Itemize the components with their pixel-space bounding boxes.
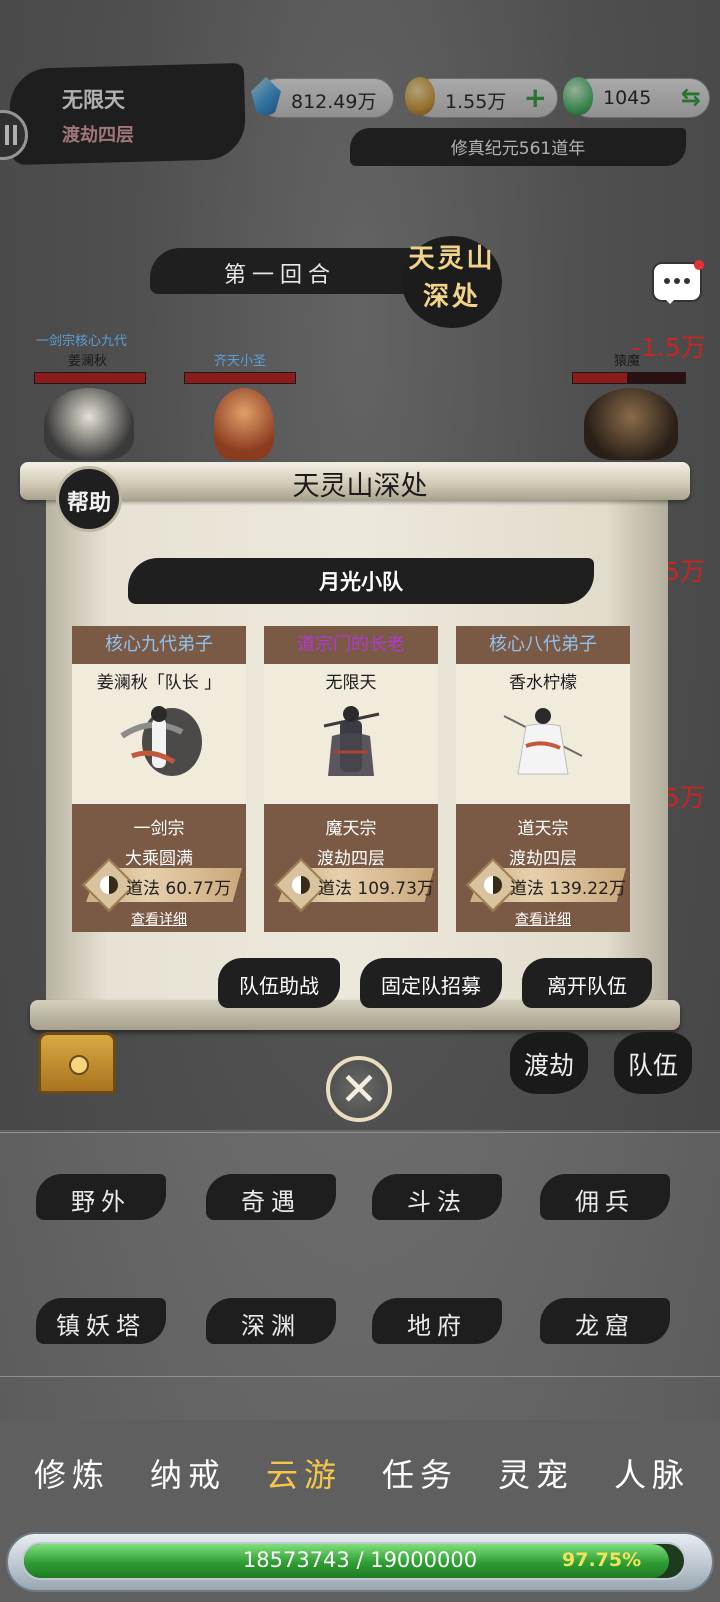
team-assist-button[interactable]: 队伍助战 bbox=[218, 958, 340, 1008]
round-label: 第一回合 bbox=[223, 263, 336, 288]
exp-value: 18573743 / 19000000 bbox=[242, 1548, 478, 1572]
ally-title: 一剑宗核心九代 bbox=[36, 334, 128, 349]
chat-button[interactable] bbox=[652, 260, 704, 304]
dialog-title: 天灵山深处 bbox=[292, 471, 428, 502]
treasure-chest-icon[interactable] bbox=[38, 1032, 116, 1094]
tab-connections[interactable]: 人脉 bbox=[592, 1450, 712, 1496]
location-label: 天灵山深处 bbox=[408, 244, 496, 312]
ally-name: 姜澜秋 bbox=[68, 354, 108, 369]
area-dragon-cave[interactable]: 龙窟 bbox=[540, 1298, 670, 1344]
area-encounter[interactable]: 奇遇 bbox=[206, 1174, 336, 1220]
enemy-portrait[interactable] bbox=[584, 388, 678, 460]
tribulation-button[interactable]: 渡劫 bbox=[510, 1032, 588, 1094]
member-sect: 魔天宗 bbox=[325, 819, 377, 839]
area-wilds[interactable]: 野外 bbox=[36, 1174, 166, 1220]
member-name: 香水柠檬 bbox=[509, 673, 577, 693]
damage-number: 5万 bbox=[664, 557, 705, 586]
tab-pets[interactable]: 灵宠 bbox=[476, 1450, 596, 1496]
dao-value: 道法 60.77万 bbox=[126, 879, 232, 899]
member-name: 无限天 bbox=[325, 673, 377, 693]
ally-hp-bar bbox=[34, 372, 146, 384]
member-realm: 渡劫四层 bbox=[509, 849, 577, 869]
member-portrait bbox=[503, 708, 583, 775]
ally-portrait[interactable] bbox=[44, 388, 134, 460]
member-card[interactable]: 道宗门的长老 无限天 魔天宗 渡劫四层 道法 109.73万 bbox=[264, 626, 438, 932]
fixed-team-recruit-button[interactable]: 固定队招募 bbox=[360, 958, 502, 1008]
tab-storage-ring[interactable]: 纳戒 bbox=[128, 1450, 248, 1496]
view-detail-link[interactable]: 查看详细 bbox=[456, 909, 630, 929]
member-realm: 渡劫四层 bbox=[317, 849, 385, 869]
leave-team-button[interactable]: 离开队伍 bbox=[522, 958, 652, 1008]
dao-value: 道法 139.22万 bbox=[510, 879, 626, 899]
area-underworld[interactable]: 地府 bbox=[372, 1298, 502, 1344]
enemy-hp-bar bbox=[572, 372, 686, 384]
member-card[interactable]: 核心九代弟子 姜澜秋「队长 」 一剑宗 大乘圆满 道法 60.77万 查看详细 bbox=[72, 626, 246, 932]
help-button[interactable]: 帮助 bbox=[56, 466, 122, 532]
divider bbox=[0, 1132, 720, 1133]
member-name: 姜澜秋「队长 」 bbox=[96, 673, 222, 693]
member-portrait bbox=[120, 706, 202, 776]
tab-travel[interactable]: 云游 bbox=[244, 1450, 364, 1496]
member-rank: 核心八代弟子 bbox=[456, 626, 630, 664]
view-detail-link[interactable]: 查看详细 bbox=[72, 909, 246, 929]
exp-percent: 97.75% bbox=[562, 1549, 642, 1571]
tab-quests[interactable]: 任务 bbox=[360, 1450, 480, 1496]
member-sect: 一剑宗 bbox=[133, 819, 185, 839]
tab-cultivate[interactable]: 修炼 bbox=[12, 1450, 132, 1496]
member-rank: 道宗门的长老 bbox=[264, 626, 438, 664]
notification-dot bbox=[694, 260, 704, 270]
team-button[interactable]: 队伍 bbox=[614, 1032, 692, 1094]
ally-hp-bar bbox=[184, 372, 296, 384]
area-abyss[interactable]: 深渊 bbox=[206, 1298, 336, 1344]
member-rank: 核心九代弟子 bbox=[72, 626, 246, 664]
member-card[interactable]: 核心八代弟子 香水柠檬 道天宗 渡劫四层 道法 139.22万 查看详细 bbox=[456, 626, 630, 932]
member-realm: 大乘圆满 bbox=[125, 849, 193, 869]
ally-portrait[interactable] bbox=[214, 388, 274, 460]
dao-value: 道法 109.73万 bbox=[318, 879, 434, 899]
damage-number: 5万 bbox=[664, 783, 705, 812]
location-seal: 天灵山深处 bbox=[402, 236, 502, 328]
damage-number: -1.5万 bbox=[632, 333, 706, 362]
divider bbox=[0, 1376, 720, 1377]
area-mercenary[interactable]: 佣兵 bbox=[540, 1174, 670, 1220]
close-icon: ✕ bbox=[339, 1062, 379, 1116]
team-name: 月光小队 bbox=[319, 570, 403, 594]
ally-title: 齐天小圣 bbox=[214, 354, 267, 369]
enemy-name: 猿魔 bbox=[614, 354, 641, 369]
member-portrait bbox=[323, 706, 380, 776]
area-demon-tower[interactable]: 镇妖塔 bbox=[36, 1298, 166, 1344]
member-sect: 道天宗 bbox=[517, 819, 569, 839]
close-dialog-button[interactable]: ✕ bbox=[326, 1056, 392, 1122]
area-duel[interactable]: 斗法 bbox=[372, 1174, 502, 1220]
